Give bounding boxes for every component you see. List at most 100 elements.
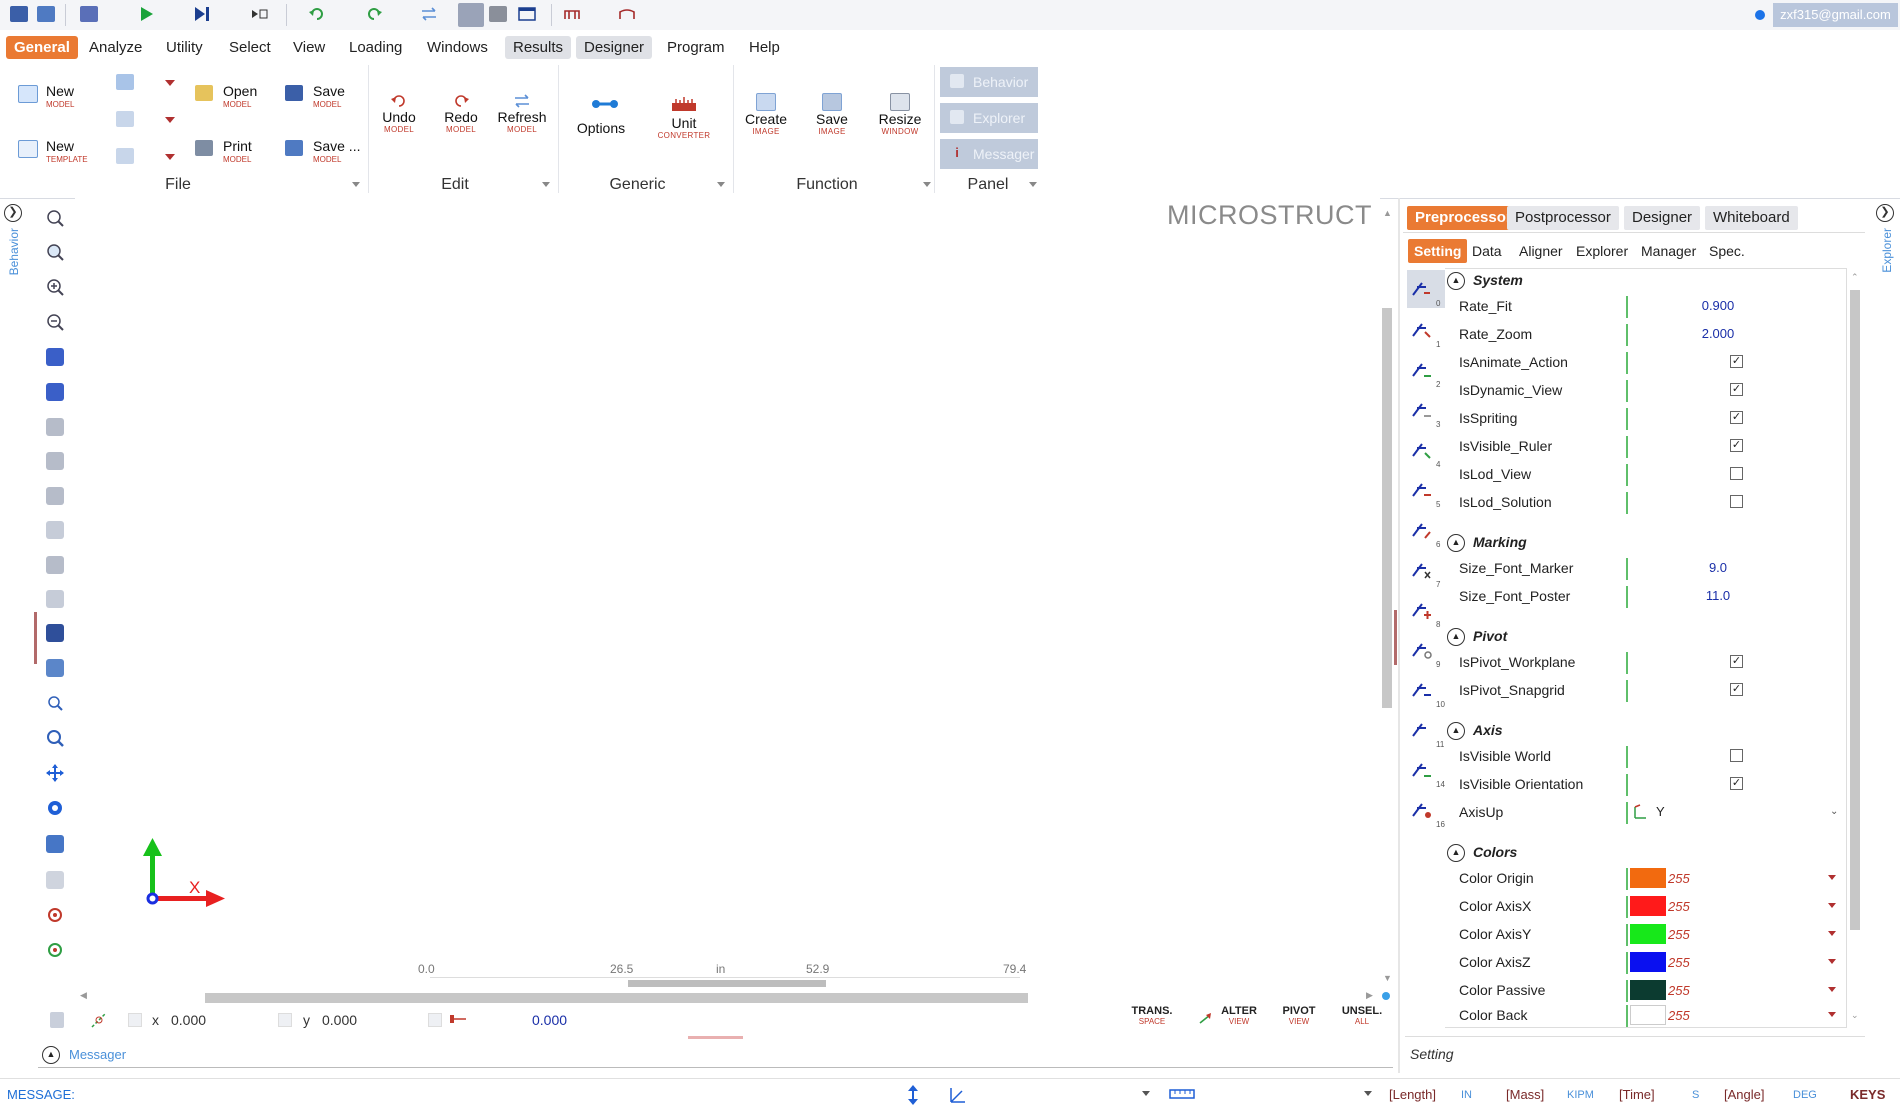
behavior-collapse-icon[interactable]: ❯ <box>4 204 22 222</box>
collapse-icon[interactable]: ▲ <box>1447 722 1465 740</box>
is-lod-view-checkbox[interactable] <box>1730 467 1743 480</box>
tab-manager[interactable]: Manager <box>1635 239 1702 263</box>
settings-14-icon[interactable] <box>1410 758 1434 782</box>
dropdown-arrow-icon[interactable] <box>1828 1012 1836 1017</box>
viewport-canvas[interactable] <box>75 198 1380 988</box>
chevron-down-icon[interactable]: ⌄ <box>1830 806 1838 817</box>
screen-capture-icon[interactable] <box>46 835 64 853</box>
trans-space-button[interactable]: TRANS. SPACE <box>1128 1005 1176 1027</box>
redo-model-button[interactable]: Redo MODEL <box>437 93 485 135</box>
export-template-icon[interactable] <box>116 148 134 164</box>
pivot-icon[interactable] <box>1410 358 1434 382</box>
panel-behavior-button[interactable]: Behavior <box>940 67 1038 97</box>
size-font-marker-field[interactable]: 9.0 <box>1628 560 1808 575</box>
dropdown-arrow-icon[interactable] <box>165 154 175 160</box>
menu-windows[interactable]: Windows <box>419 36 496 59</box>
pan-icon[interactable] <box>46 764 64 782</box>
color-swatch[interactable] <box>1630 952 1666 972</box>
layout-template-icon[interactable] <box>116 111 134 127</box>
settings-10-icon[interactable] <box>1410 678 1434 702</box>
view-bottom-icon[interactable] <box>46 556 64 574</box>
redo-icon[interactable] <box>365 6 383 22</box>
tab-designer[interactable]: Designer <box>1624 206 1701 230</box>
color-swatch[interactable] <box>1630 924 1666 944</box>
settings-11-icon[interactable] <box>1410 718 1434 742</box>
explorer-panel-label[interactable]: Explorer <box>1880 228 1894 273</box>
unit-system-dropdown[interactable] <box>986 1083 1151 1105</box>
rate-fit-field[interactable]: 0.900 <box>1628 298 1808 313</box>
dropdown-arrow-icon[interactable] <box>1828 987 1836 992</box>
unselect-all-button[interactable]: UNSEL. ALL <box>1338 1005 1386 1027</box>
open-model-button[interactable]: Open MODEL <box>195 75 265 115</box>
tab-aligner[interactable]: Aligner <box>1513 239 1569 263</box>
dropdown-arrow-icon[interactable] <box>1828 875 1836 880</box>
view-back-icon[interactable] <box>46 418 64 436</box>
color-swatch[interactable] <box>1630 896 1666 916</box>
color-swatch[interactable] <box>1630 980 1666 1000</box>
messager-label[interactable]: Messager <box>69 1047 126 1062</box>
collapse-icon[interactable]: ▲ <box>1447 534 1465 552</box>
save-model-button[interactable]: Save MODEL <box>285 75 355 115</box>
is-dynamic-view-checkbox[interactable]: ✓ <box>1730 383 1743 396</box>
vertical-move-icon[interactable] <box>906 1085 920 1105</box>
tab-postprocessor[interactable]: Postprocessor <box>1507 206 1619 230</box>
is-spriting-checkbox[interactable]: ✓ <box>1730 411 1743 424</box>
splitter-handle[interactable] <box>688 1036 743 1039</box>
settings-7-icon[interactable] <box>1410 558 1434 582</box>
new-model-button[interactable]: New MODEL <box>18 75 88 115</box>
tab-setting[interactable]: Setting <box>1408 239 1468 263</box>
size-font-poster-field[interactable]: 11.0 <box>1628 588 1808 603</box>
function-group-expand-icon[interactable] <box>923 182 931 187</box>
is-pivot-snapgrid-checkbox[interactable]: ✓ <box>1730 683 1743 696</box>
canvas-horizontal-scrollbar[interactable]: ◀ ▶ <box>80 990 1375 1004</box>
view-front-icon[interactable] <box>46 383 64 401</box>
menu-loading[interactable]: Loading <box>341 36 410 59</box>
template-icon[interactable] <box>116 74 134 90</box>
zoom-in-icon[interactable] <box>46 278 64 296</box>
explorer-collapse-icon[interactable]: ❯ <box>1876 204 1894 222</box>
menu-general[interactable]: General <box>6 36 78 59</box>
undo-model-button[interactable]: Undo MODEL <box>375 93 423 135</box>
tab-spec[interactable]: Spec. <box>1703 239 1751 263</box>
panel-messager-button[interactable]: i Messager <box>940 139 1038 169</box>
menu-utility[interactable]: Utility <box>158 36 211 59</box>
settings-6-icon[interactable] <box>1410 518 1434 542</box>
layout-icon[interactable] <box>458 3 484 27</box>
tab-explorer[interactable]: Explorer <box>1570 239 1634 263</box>
splitter-handle[interactable] <box>34 612 37 664</box>
grid-icon[interactable] <box>50 1012 64 1028</box>
property-grid-scrollbar[interactable]: ⌃ ⌄ <box>1849 270 1861 1025</box>
view-right-icon[interactable] <box>46 487 64 505</box>
edit-group-expand-icon[interactable] <box>542 182 550 187</box>
zoom-fit-icon[interactable] <box>46 209 64 227</box>
time-unit[interactable]: S <box>1692 1089 1699 1101</box>
view-3d-icon[interactable] <box>46 348 64 366</box>
chevron-down-icon[interactable] <box>1364 1091 1372 1096</box>
window-icon[interactable] <box>518 6 536 22</box>
view-iso-icon[interactable] <box>46 590 64 608</box>
menu-results[interactable]: Results <box>505 36 572 59</box>
file-group-expand-icon[interactable] <box>352 182 360 187</box>
frame-icon[interactable] <box>563 6 581 22</box>
run-icon[interactable] <box>138 6 156 22</box>
dropdown-arrow-icon[interactable] <box>165 80 175 86</box>
refresh-model-button[interactable]: Refresh MODEL <box>496 93 548 135</box>
view-plan-icon[interactable] <box>46 624 64 642</box>
color-swatch[interactable] <box>1630 868 1666 888</box>
splitter-handle[interactable] <box>1394 610 1397 665</box>
length-unit[interactable]: IN <box>1461 1089 1472 1101</box>
rate-zoom-field[interactable]: 2.000 <box>1628 326 1808 341</box>
panel-group-expand-icon[interactable] <box>1029 182 1037 187</box>
dropdown-arrow-icon[interactable] <box>1828 931 1836 936</box>
zoom-window-icon[interactable] <box>46 243 64 261</box>
settings-8-icon[interactable] <box>1410 598 1434 622</box>
menu-analyze[interactable]: Analyze <box>81 36 150 59</box>
is-lod-solution-checkbox[interactable] <box>1730 495 1743 508</box>
generic-group-expand-icon[interactable] <box>717 182 725 187</box>
save-icon[interactable] <box>10 6 28 22</box>
x-coord-field[interactable]: 0.000 <box>171 1012 206 1028</box>
new-template-button[interactable]: New TEMPLATE <box>18 130 98 170</box>
canvas-vertical-scrollbar[interactable]: ▲ ▼ <box>1381 208 1393 983</box>
panel-explorer-button[interactable]: Explorer <box>940 103 1038 133</box>
menu-program[interactable]: Program <box>659 36 733 59</box>
